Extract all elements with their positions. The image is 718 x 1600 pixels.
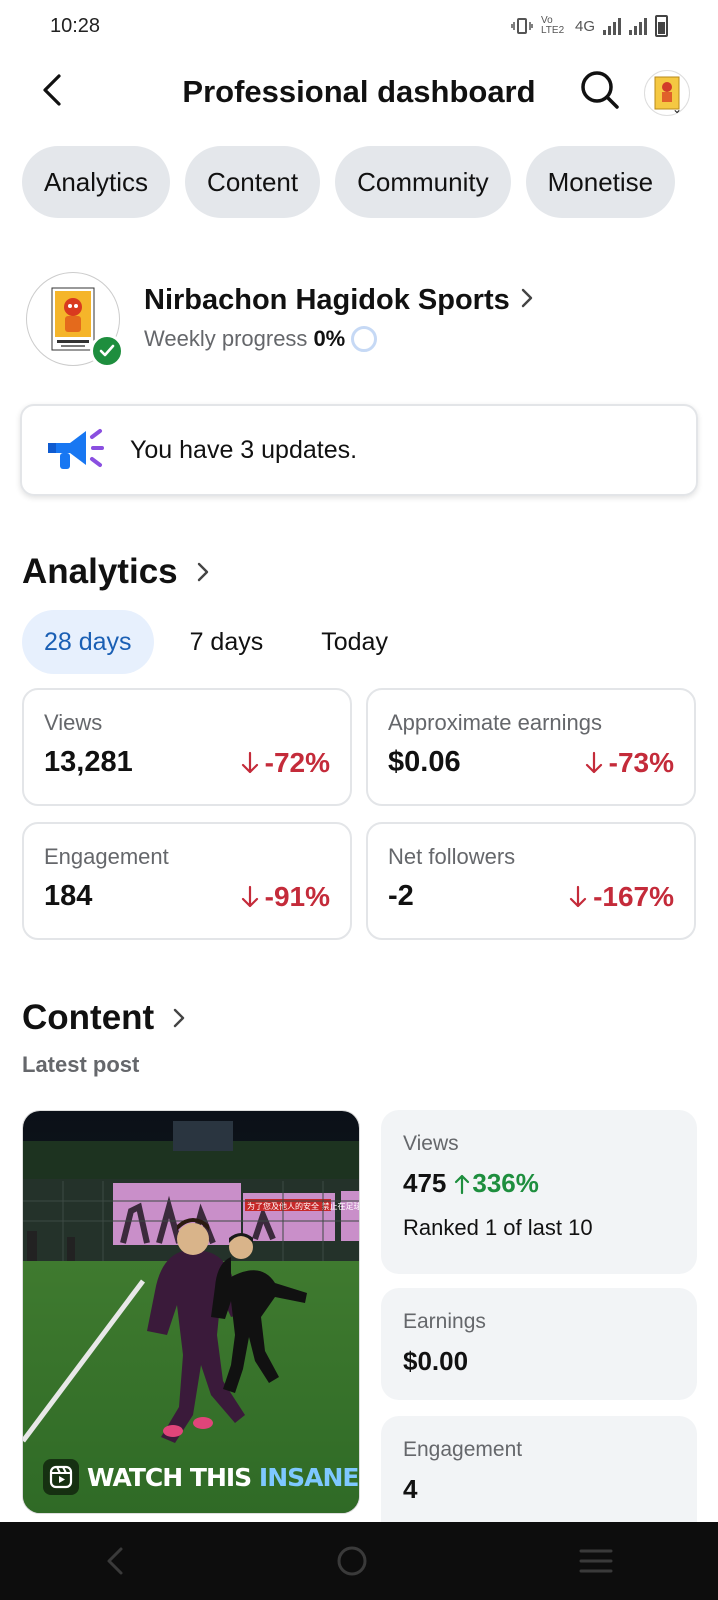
post-earnings-value: $0.00 xyxy=(403,1346,469,1376)
profile-name: Nirbachon Hagidok Sports xyxy=(144,284,510,316)
metric-value: -2 xyxy=(388,880,414,912)
metric-change-value: -73% xyxy=(608,746,674,778)
post-engagement-card[interactable]: Engagement 4 xyxy=(381,1416,697,1522)
verified-check-icon xyxy=(90,334,124,368)
progress-value: 0% xyxy=(313,326,346,351)
post-views-change: 336% xyxy=(454,1168,539,1199)
analytics-section-header[interactable]: Analytics xyxy=(22,552,210,592)
metric-label: Approximate earnings xyxy=(388,710,603,735)
tab-monetise[interactable]: Monetise xyxy=(525,146,676,218)
status-icons: Vo LTE2 4G xyxy=(511,15,668,37)
arrow-down-icon xyxy=(569,885,587,907)
metric-change: -91% xyxy=(241,881,330,913)
post-views-label: Views xyxy=(403,1132,459,1155)
post-caption: WATCH THIS INSANE xyxy=(43,1459,359,1495)
arrow-up-icon xyxy=(455,1174,470,1194)
chevron-right-icon xyxy=(197,562,208,582)
caption-main: WATCH THIS xyxy=(87,1462,252,1492)
metric-value: $0.06 xyxy=(388,746,461,778)
system-nav-bar xyxy=(0,1522,718,1600)
metric-change-value: -167% xyxy=(593,880,674,912)
nav-back-icon[interactable] xyxy=(105,1546,125,1576)
range-28-days[interactable]: 28 days xyxy=(22,610,154,674)
header: Professional dashboard ⌄ xyxy=(0,60,718,124)
weekly-progress: Weekly progress 0% xyxy=(144,326,378,352)
latest-post-label: Latest post xyxy=(22,1052,140,1077)
metric-label: Engagement xyxy=(44,844,169,869)
metric-change: -72% xyxy=(241,747,330,779)
status-time: 10:28 xyxy=(50,14,101,37)
updates-text: You have 3 updates. xyxy=(130,435,358,464)
range-7-days[interactable]: 7 days xyxy=(168,610,286,674)
post-earnings-label: Earnings xyxy=(403,1310,486,1333)
megaphone-icon xyxy=(48,429,104,469)
post-engagement-label: Engagement xyxy=(403,1438,523,1461)
metric-change-value: -72% xyxy=(264,746,330,778)
nav-recents-icon[interactable] xyxy=(579,1547,613,1575)
analytics-title: Analytics xyxy=(22,552,178,591)
status-bar: 10:28 Vo LTE2 4G xyxy=(0,0,718,52)
post-earnings-card[interactable]: Earnings $0.00 xyxy=(381,1288,697,1400)
volte-label: Vo LTE2 xyxy=(540,15,565,36)
latest-post-thumbnail[interactable]: 为了您及他人的安全 禁止在足球场内踢球 WATCH THIS INSANE xyxy=(22,1110,360,1514)
range-today[interactable]: Today xyxy=(299,610,410,674)
content-section-header[interactable]: Content xyxy=(22,998,186,1038)
date-range-tabs: 28 days 7 days Today xyxy=(22,610,424,674)
metric-card-net-followers[interactable]: Net followers -2 -167% xyxy=(366,822,696,940)
back-button[interactable] xyxy=(30,68,74,112)
metric-card-views[interactable]: Views 13,281 -72% xyxy=(22,688,352,806)
metric-card-engagement[interactable]: Engagement 184 -91% xyxy=(22,822,352,940)
account-switcher-avatar[interactable] xyxy=(644,70,690,116)
page-logo-icon xyxy=(51,287,95,351)
signal-1-icon xyxy=(603,17,621,35)
post-engagement-value: 4 xyxy=(403,1474,418,1504)
metric-change: -73% xyxy=(585,747,674,779)
vibrate-icon xyxy=(511,18,533,34)
chevron-right-icon xyxy=(174,1008,185,1028)
reel-icon xyxy=(43,1459,79,1495)
content-title: Content xyxy=(22,998,155,1037)
back-arrow-icon xyxy=(43,74,61,106)
dashboard-tabs: Analytics Content Community Monetise xyxy=(22,146,676,218)
profile-row[interactable]: Nirbachon Hagidok Sports Weekly progress… xyxy=(26,272,696,368)
arrow-down-icon xyxy=(241,751,258,773)
network-label: 4G xyxy=(574,17,595,35)
post-views-value: 475 xyxy=(403,1168,447,1198)
caption-highlight: INSANE xyxy=(258,1462,359,1492)
caption-text: WATCH THIS INSANE xyxy=(87,1462,359,1492)
progress-ring xyxy=(351,326,378,352)
metric-card-earnings[interactable]: Approximate earnings $0.06 -73% xyxy=(366,688,696,806)
post-views-change-value: 336% xyxy=(472,1168,539,1198)
banner-text: 为了您及他人的安全 禁止在足球场内踢球 xyxy=(247,1201,360,1211)
metric-value: 184 xyxy=(44,880,93,912)
chevron-down-icon[interactable]: ⌄ xyxy=(672,102,682,116)
search-button[interactable] xyxy=(576,66,624,114)
progress-label: Weekly progress xyxy=(144,326,308,351)
arrow-down-icon xyxy=(585,751,602,773)
signal-2-icon xyxy=(629,17,647,35)
post-views-rank: Ranked 1 of last 10 xyxy=(403,1215,593,1240)
metric-label: Views xyxy=(44,710,103,735)
search-icon xyxy=(581,71,619,109)
arrow-down-icon xyxy=(241,885,258,907)
chevron-right-icon xyxy=(521,288,533,308)
tab-analytics[interactable]: Analytics xyxy=(22,146,171,218)
tab-content[interactable]: Content xyxy=(185,146,321,218)
metric-value: 13,281 xyxy=(44,746,133,778)
nav-home-icon[interactable] xyxy=(336,1545,368,1577)
post-video-frame: 为了您及他人的安全 禁止在足球场内踢球 xyxy=(23,1111,360,1513)
updates-card[interactable]: You have 3 updates. xyxy=(20,404,698,496)
tab-community[interactable]: Community xyxy=(335,146,511,218)
battery-icon xyxy=(655,15,668,37)
post-views-row: 475 336% xyxy=(403,1168,675,1199)
metric-change: -167% xyxy=(569,881,674,913)
metric-label: Net followers xyxy=(388,844,516,869)
post-views-card[interactable]: Views 475 336% Ranked 1 of last 10 xyxy=(381,1110,697,1274)
metric-change-value: -91% xyxy=(264,880,330,912)
